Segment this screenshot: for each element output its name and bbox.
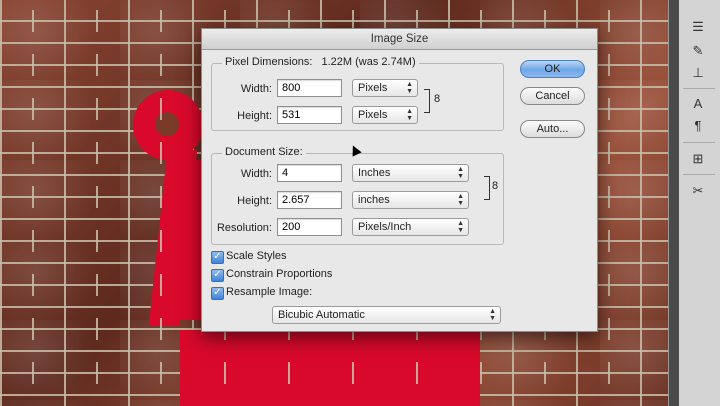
doc-height-label: Height: [237, 195, 272, 207]
red-ring-shape [133, 90, 203, 160]
stamp-icon[interactable]: ⊥ [683, 62, 713, 84]
red-base-shape [180, 330, 480, 406]
document-size-legend: Document Size: [222, 146, 306, 158]
scissors-icon[interactable]: ✂ [683, 180, 713, 202]
cancel-button[interactable]: Cancel [520, 87, 585, 105]
scale-styles-checkbox[interactable]: ✓ [211, 251, 224, 264]
resolution-unit-select[interactable]: Pixels/Inch ▲ ▼ [352, 218, 469, 236]
panel-strip [669, 0, 679, 406]
doc-width-unit-select[interactable]: Inches ▲ ▼ [352, 164, 469, 182]
updown-arrows-icon: ▲ ▼ [457, 193, 464, 207]
doc-height-input[interactable] [277, 191, 342, 209]
pixel-dimensions-label: Pixel Dimensions: [225, 56, 313, 68]
pixel-width-input[interactable] [277, 79, 342, 97]
updown-arrows-icon: ▲ ▼ [406, 108, 413, 122]
paragraph-icon[interactable]: ¶ [683, 114, 713, 136]
auto-button[interactable]: Auto... [520, 120, 585, 138]
updown-arrows-icon: ▲ ▼ [457, 166, 464, 180]
pixel-width-unit: Pixels [358, 82, 388, 94]
resample-image-checkbox[interactable]: ✓ [211, 287, 224, 300]
doc-width-label: Width: [240, 168, 272, 180]
resolution-label: Resolution: [216, 222, 272, 234]
sliders-icon[interactable]: ☰ [683, 16, 713, 38]
image-size-dialog: Image Size Pixel Dimensions: 1.22M (was … [201, 28, 598, 332]
doc-width-input[interactable] [277, 164, 342, 182]
doc-height-unit: inches [358, 194, 390, 206]
dialog-title: Image Size [202, 29, 597, 50]
pixel-link-bracket [424, 89, 430, 113]
resample-method-select[interactable]: Bicubic Automatic ▲ ▼ [272, 306, 501, 324]
resample-image-label: Resample Image: [226, 286, 313, 298]
text-icon[interactable]: A [683, 92, 713, 114]
red-arm-shape [178, 160, 203, 320]
chain-link-icon: 8 [492, 180, 499, 192]
pixel-dimensions-size: 1.22M (was 2.74M) [321, 56, 416, 68]
doc-link-bracket [484, 176, 490, 200]
red-stem-shape [148, 150, 198, 325]
resolution-input[interactable] [277, 218, 342, 236]
pixel-height-unit: Pixels [358, 109, 388, 121]
pixel-dimensions-legend: Pixel Dimensions: 1.22M (was 2.74M) [222, 56, 419, 68]
scale-styles-label: Scale Styles [226, 250, 287, 262]
tool-separator [683, 142, 715, 143]
pixel-width-unit-select[interactable]: Pixels ▲ ▼ [352, 79, 418, 97]
chain-link-icon: 8 [434, 93, 441, 105]
updown-arrows-icon: ▲ ▼ [406, 81, 413, 95]
brush-icon[interactable]: ✎ [683, 40, 713, 62]
tool-panel: ☰ ✎ ⊥ A ¶ ⊞ ✂ [668, 0, 720, 406]
pixel-height-input[interactable] [277, 106, 342, 124]
doc-height-unit-select[interactable]: inches ▲ ▼ [352, 191, 469, 209]
constrain-proportions-label: Constrain Proportions [226, 268, 333, 280]
doc-width-unit: Inches [358, 167, 391, 179]
tool-separator [683, 174, 715, 175]
pixel-height-unit-select[interactable]: Pixels ▲ ▼ [352, 106, 418, 124]
resample-method: Bicubic Automatic [278, 309, 365, 321]
ok-button[interactable]: OK [520, 60, 585, 78]
pixel-width-label: Width: [240, 83, 272, 95]
resolution-unit: Pixels/Inch [358, 221, 412, 233]
grid-icon[interactable]: ⊞ [683, 148, 713, 170]
updown-arrows-icon: ▲ ▼ [457, 220, 464, 234]
updown-arrows-icon: ▲ ▼ [489, 308, 496, 322]
tool-separator [683, 88, 715, 89]
pixel-height-label: Height: [237, 110, 272, 122]
constrain-proportions-checkbox[interactable]: ✓ [211, 269, 224, 282]
